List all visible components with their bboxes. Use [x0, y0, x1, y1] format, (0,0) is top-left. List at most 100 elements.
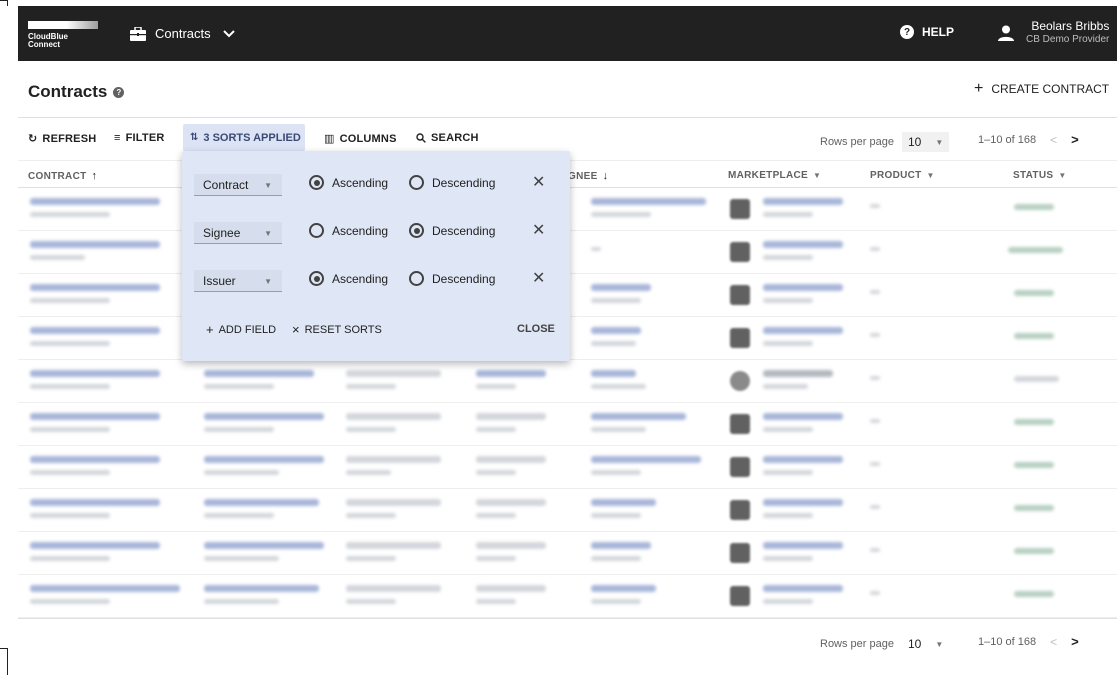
filter-button[interactable]: ≡ FILTER [114, 132, 165, 144]
columns-button[interactable]: ▥ COLUMNS [324, 132, 397, 146]
blurred-cell [346, 370, 441, 377]
page-title: Contracts ? [28, 82, 125, 102]
app-frame: CloudBlue Connect Contracts ? HELP Beola… [0, 0, 1117, 675]
blurred-cell [30, 542, 160, 549]
blurred-cell [476, 556, 516, 561]
blurred-cell [591, 542, 651, 549]
blurred-cell [30, 255, 85, 260]
add-field-button[interactable]: + ADD FIELD [206, 322, 276, 337]
sort-descending-radio[interactable]: Descending [409, 223, 495, 238]
sort-ascending-radio[interactable]: Ascending [309, 175, 388, 190]
table-footer-divider [18, 618, 1117, 619]
blurred-cell [870, 548, 880, 552]
dropdown-arrow-icon: ▼ [1058, 171, 1067, 180]
sort-icon: ⇅ [190, 132, 199, 143]
table-row[interactable] [18, 403, 1117, 446]
reset-sorts-button[interactable]: × RESET SORTS [292, 322, 382, 337]
blurred-cell [346, 427, 396, 432]
blurred-cell [763, 456, 843, 463]
logo-bar [28, 20, 98, 29]
sort-descending-radio[interactable]: Descending [409, 271, 495, 286]
previous-page-icon[interactable]: < [1050, 133, 1057, 147]
sort-field-select[interactable]: Contract ▼ [194, 174, 282, 196]
search-button[interactable]: SEARCH [416, 132, 479, 144]
blurred-cell [30, 370, 160, 377]
sort-field-select[interactable]: Issuer ▼ [194, 270, 282, 292]
marketplace-avatar [730, 199, 750, 219]
footer-rows-per-page: Rows per page 10 ▼ [820, 634, 949, 654]
blurred-cell [1014, 548, 1054, 554]
logo-text-line2: Connect [28, 39, 60, 49]
user-menu[interactable]: Beolars Bribbs CB Demo Provider [998, 19, 1109, 46]
sort-field-select[interactable]: Signee ▼ [194, 222, 282, 244]
refresh-button[interactable]: ↻ REFRESH [28, 132, 96, 146]
blurred-cell [591, 599, 641, 604]
blurred-cell [204, 556, 279, 561]
blurred-cell [30, 413, 160, 420]
radio-selected-icon [309, 271, 324, 286]
column-label: MARKETPLACE [728, 170, 808, 181]
remove-sort-close-icon[interactable]: ✕ [532, 271, 545, 287]
column-header-marketplace[interactable]: MARKETPLACE ▼ [728, 170, 821, 181]
marketplace-avatar [730, 242, 750, 262]
radio-unselected-icon [409, 175, 424, 190]
cloudblue-logo[interactable]: CloudBlue Connect [28, 17, 102, 51]
sort-ascending-radio[interactable]: Ascending [309, 271, 388, 286]
chevron-down-icon [222, 29, 235, 37]
info-icon[interactable]: ? [113, 86, 125, 98]
crop-mark [7, 0, 8, 6]
dropdown-arrow-icon: ▼ [264, 277, 272, 286]
table-row[interactable] [18, 446, 1117, 489]
blurred-cell [30, 241, 160, 248]
blurred-cell [204, 384, 274, 389]
blurred-cell [763, 284, 843, 291]
column-header-contract[interactable]: CONTRACT ↑ [28, 170, 97, 182]
dropdown-arrow-icon: ▼ [935, 137, 944, 147]
blurred-cell [346, 585, 441, 592]
blurred-cell [30, 513, 110, 518]
blurred-cell [30, 456, 160, 463]
blurred-cell [763, 255, 813, 260]
blurred-cell [591, 384, 646, 389]
blurred-cell [763, 585, 843, 592]
column-label: PRODUCT [870, 170, 922, 181]
blurred-cell [30, 341, 110, 346]
next-page-icon[interactable]: > [1071, 634, 1079, 649]
blurred-cell [346, 384, 396, 389]
column-header-status[interactable]: STATUS ▼ [1013, 170, 1067, 181]
column-header-product[interactable]: PRODUCT ▼ [870, 170, 935, 181]
blurred-cell [763, 241, 843, 248]
create-contract-button[interactable]: + CREATE CONTRACT [974, 81, 1109, 97]
table-row[interactable] [18, 360, 1117, 403]
rows-per-page-select[interactable]: 10 ▼ [902, 634, 949, 654]
blurred-cell [1014, 204, 1054, 210]
close-popup-button[interactable]: CLOSE [517, 323, 555, 335]
blurred-cell [476, 513, 516, 518]
sorts-button[interactable]: ⇅ 3 SORTS APPLIED [183, 124, 305, 151]
rows-per-page-select[interactable]: 10 ▼ [902, 132, 950, 152]
previous-page-icon[interactable]: < [1050, 635, 1057, 649]
remove-sort-close-icon[interactable]: ✕ [532, 175, 545, 191]
sort-descending-radio[interactable]: Descending [409, 175, 495, 190]
table-row[interactable] [18, 575, 1117, 618]
sort-ascending-radio[interactable]: Ascending [309, 223, 388, 238]
blurred-cell [476, 370, 546, 377]
radio-label: Descending [432, 223, 496, 238]
user-name: Beolars Bribbs [1031, 19, 1110, 33]
next-page-icon[interactable]: > [1071, 132, 1079, 147]
blurred-cell [870, 462, 880, 466]
blurred-cell [346, 499, 441, 506]
help-button[interactable]: ? HELP [900, 25, 954, 39]
module-switcher[interactable]: Contracts [130, 26, 235, 41]
remove-sort-close-icon[interactable]: ✕ [532, 223, 545, 239]
columns-label: COLUMNS [339, 132, 397, 145]
rows-per-page-value: 10 [908, 637, 922, 651]
blurred-cell [763, 212, 813, 217]
marketplace-avatar [730, 586, 750, 606]
blurred-cell [30, 556, 110, 561]
blurred-cell [476, 542, 546, 549]
table-row[interactable] [18, 532, 1117, 575]
table-row[interactable] [18, 489, 1117, 532]
blurred-cell [476, 585, 546, 592]
blurred-cell [1014, 290, 1054, 296]
